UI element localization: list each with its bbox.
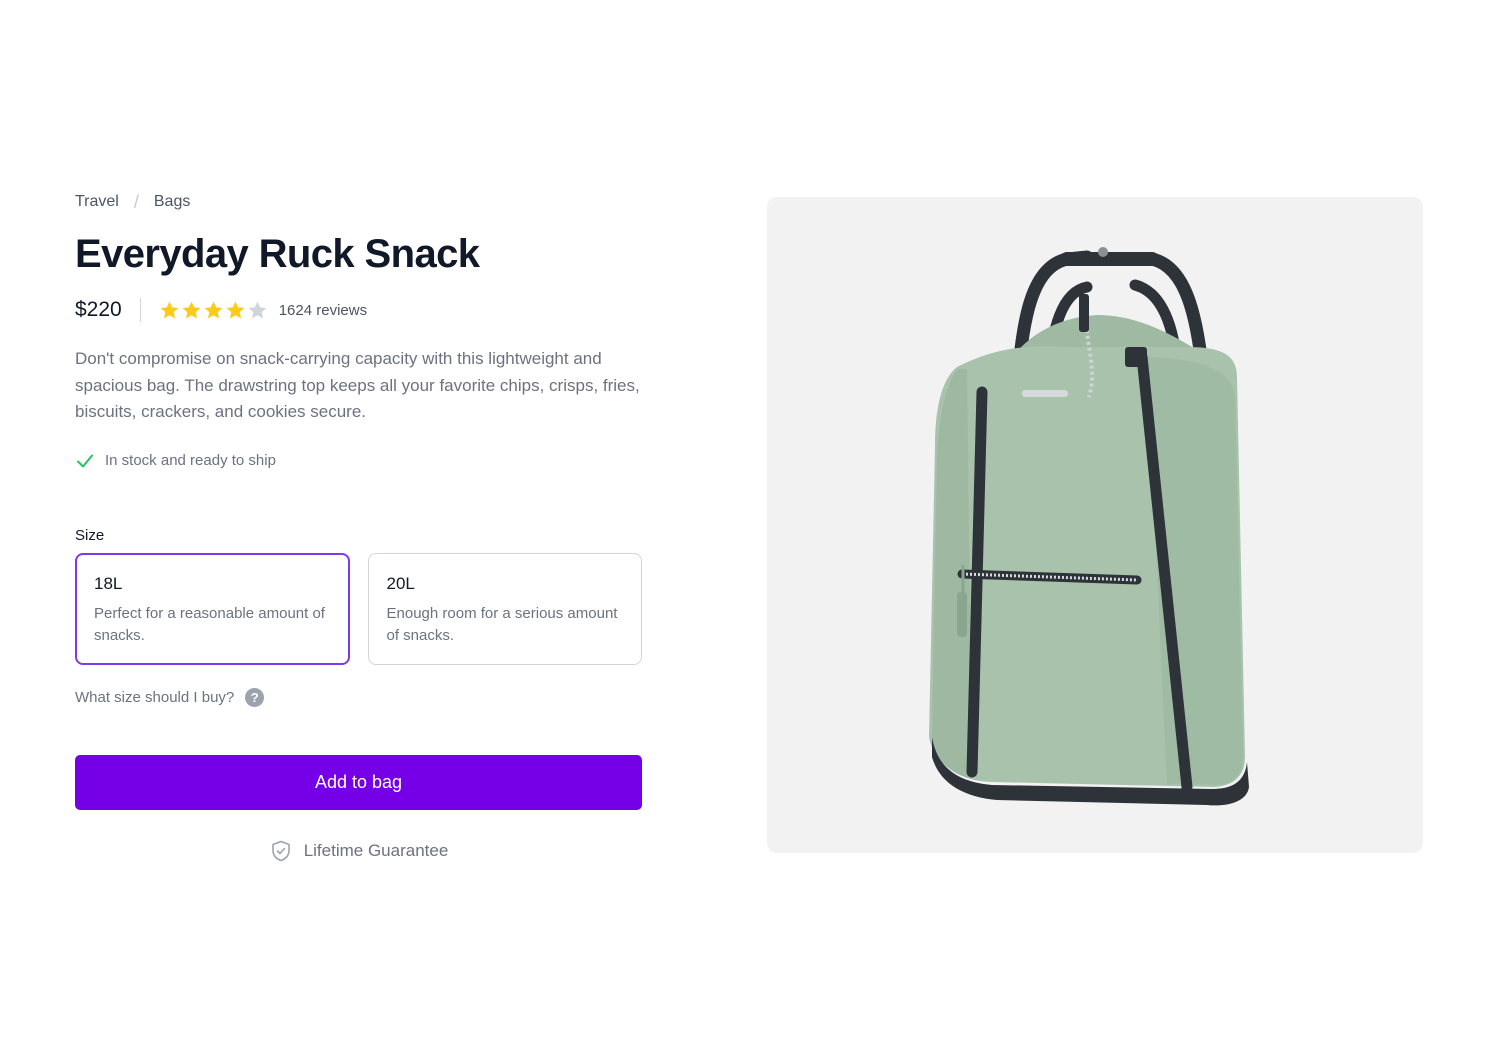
- check-icon: [77, 454, 93, 467]
- product-image: [767, 197, 1423, 853]
- add-to-bag-button[interactable]: Add to bag: [75, 754, 642, 810]
- rating-stars: [159, 300, 269, 321]
- size-label: Size: [75, 526, 105, 544]
- breadcrumb-bags[interactable]: Bags: [154, 193, 190, 211]
- stock-status: In stock and ready to ship: [75, 450, 642, 472]
- guarantee-text: Lifetime Guarantee: [303, 840, 449, 860]
- size-option-18l[interactable]: 18L Perfect for a reasonable amount of s…: [75, 552, 350, 665]
- breadcrumb-travel[interactable]: Travel: [75, 193, 119, 211]
- price-rating-row: $220 1624 reviews: [75, 296, 642, 324]
- size-option-20l[interactable]: 20L Enough room for a serious amount of …: [367, 552, 642, 665]
- size-help-link[interactable]: What size should I buy? ?: [75, 687, 642, 709]
- shield-check-icon: [271, 840, 290, 861]
- stock-text: In stock and ready to ship: [105, 452, 276, 469]
- product-price: $220: [75, 298, 122, 321]
- product-info: Travel / Bags Everyday Ruck Snack $220 1…: [75, 190, 642, 863]
- product-title: Everyday Ruck Snack: [75, 232, 480, 276]
- star-icon: [182, 301, 201, 318]
- size-option-description: Enough room for a serious amount of snac…: [386, 604, 618, 644]
- size-option-description: Perfect for a reasonable amount of snack…: [94, 604, 325, 644]
- size-options: 18L Perfect for a reasonable amount of s…: [75, 552, 642, 665]
- product-description: Don't compromise on snack-carrying capac…: [75, 349, 640, 421]
- question-circle-icon: ?: [245, 688, 265, 707]
- size-option-name: 18L: [94, 573, 123, 593]
- breadcrumb: Travel / Bags: [75, 190, 642, 214]
- breadcrumb-separator: /: [133, 191, 139, 212]
- star-icon: [204, 301, 223, 318]
- size-help-text: What size should I buy?: [75, 689, 235, 706]
- star-icon: [226, 301, 245, 318]
- reviews-count[interactable]: 1624 reviews: [279, 302, 367, 319]
- lifetime-guarantee[interactable]: Lifetime Guarantee: [75, 839, 642, 863]
- star-icon: [160, 301, 179, 318]
- size-option-name: 20L: [386, 573, 415, 593]
- star-icon: [248, 301, 267, 318]
- divider: [139, 298, 141, 322]
- backpack-illustration: [929, 247, 1249, 806]
